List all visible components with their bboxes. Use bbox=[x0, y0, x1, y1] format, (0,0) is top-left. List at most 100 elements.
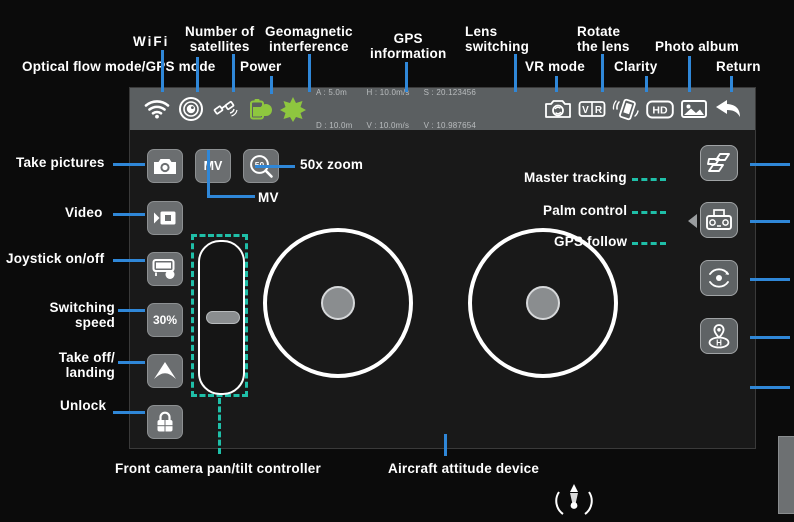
leader-right-3 bbox=[750, 278, 790, 281]
photo-album-icon[interactable] bbox=[677, 92, 711, 126]
label-video: Video bbox=[65, 205, 103, 220]
mv-button[interactable]: MV bbox=[195, 149, 231, 183]
telemetry-readout: A : 5.0m D : 10.0m H : 10.0m/s V : 10.0m… bbox=[310, 65, 482, 153]
leader-gps-information bbox=[405, 62, 408, 92]
label-clarity: Clarity bbox=[614, 59, 658, 74]
label-return: Return bbox=[716, 59, 761, 74]
leader-switching-speed bbox=[118, 309, 145, 312]
joystick-toggle-button[interactable] bbox=[147, 252, 183, 286]
optical-flow-gps-mode-icon[interactable] bbox=[174, 92, 208, 126]
telemetry-col-speed: H : 10.0m/s V : 10.0m/s bbox=[366, 65, 409, 153]
leader-right-1 bbox=[750, 163, 790, 166]
label-vr-mode: VR mode bbox=[525, 59, 585, 74]
leader-video bbox=[113, 213, 145, 216]
drone-app-screen: A : 5.0m D : 10.0m H : 10.0m/s V : 10.0m… bbox=[129, 87, 794, 515]
label-aircraft-attitude-device: Aircraft attitude device bbox=[388, 461, 540, 476]
leader-wifi bbox=[161, 50, 164, 92]
telemetry-latitude: S : 20.123456 bbox=[423, 88, 477, 97]
waypoint-home-button[interactable]: H bbox=[700, 318, 738, 354]
lens-switching-icon[interactable] bbox=[541, 92, 575, 126]
leader-return bbox=[730, 76, 733, 92]
label-number-of-satellites: Number of satellites bbox=[185, 24, 255, 54]
label-switching-speed: Switching speed bbox=[49, 300, 115, 330]
unlock-button[interactable] bbox=[147, 405, 183, 439]
dash-master-tracking bbox=[632, 178, 666, 181]
switching-speed-button[interactable]: 30% bbox=[147, 303, 183, 337]
label-take-pictures: Take pictures bbox=[16, 155, 105, 170]
svg-text:R: R bbox=[595, 105, 603, 116]
label-palm-control: Palm control bbox=[543, 203, 628, 218]
label-geomagnetic-interference: Geomagnetic interference bbox=[265, 24, 353, 54]
clarity-hd-icon[interactable]: HD bbox=[643, 92, 677, 126]
left-joystick-knob[interactable] bbox=[321, 286, 355, 320]
right-joystick-ring[interactable] bbox=[468, 228, 618, 378]
rotate-the-lens-icon[interactable] bbox=[609, 92, 643, 126]
status-toolbar: A : 5.0m D : 10.0m H : 10.0m/s V : 10.0m… bbox=[130, 88, 755, 130]
label-rotate-the-lens: Rotate the lens bbox=[577, 24, 630, 54]
leader-lens-switching bbox=[514, 54, 517, 92]
leader-take-pictures bbox=[113, 163, 145, 166]
telemetry-altitude: A : 5.0m bbox=[316, 88, 347, 97]
telemetry-col-coords: S : 20.123456 V : 10.987654 bbox=[424, 65, 476, 153]
telemetry-distance: D : 10.0m bbox=[316, 121, 353, 130]
leader-right-preview bbox=[750, 386, 790, 389]
left-joystick-ring[interactable] bbox=[263, 228, 413, 378]
label-gps-information: GPS information bbox=[370, 31, 447, 61]
leader-rotate-lens bbox=[601, 54, 604, 92]
right-joystick-knob[interactable] bbox=[526, 286, 560, 320]
label-joystick-on-off: Joystick on/off bbox=[6, 251, 105, 266]
label-master-tracking: Master tracking bbox=[524, 170, 627, 185]
telemetry-col-altitude: A : 5.0m D : 10.0m bbox=[316, 65, 352, 153]
wifi-icon[interactable] bbox=[140, 92, 174, 126]
video-preview-thumbnail[interactable] bbox=[778, 436, 794, 514]
leader-take-off-landing bbox=[118, 361, 145, 364]
label-take-off-landing: Take off/ landing bbox=[58, 350, 115, 380]
dash-palm-control bbox=[632, 211, 666, 214]
svg-text:V: V bbox=[582, 105, 589, 116]
label-unlock: Unlock bbox=[60, 398, 107, 413]
leader-mv-vertical bbox=[207, 150, 210, 195]
pan-tilt-slider-thumb[interactable] bbox=[206, 311, 240, 324]
leader-right-4 bbox=[750, 336, 790, 339]
label-wifi: WiFi bbox=[133, 34, 170, 49]
palm-control-button[interactable] bbox=[700, 202, 738, 238]
return-icon[interactable] bbox=[711, 92, 745, 126]
leader-unlock bbox=[113, 411, 145, 414]
label-photo-album: Photo album bbox=[655, 39, 739, 54]
leader-photo-album bbox=[688, 56, 691, 92]
leader-vr-mode bbox=[555, 76, 558, 92]
aircraft-attitude-device bbox=[551, 476, 597, 522]
front-camera-pan-tilt-controller[interactable] bbox=[191, 234, 248, 397]
geomagnetic-interference-icon[interactable] bbox=[276, 92, 310, 126]
battery-power-icon[interactable] bbox=[242, 92, 276, 126]
svg-text:HD: HD bbox=[652, 104, 668, 116]
gps-follow-button[interactable] bbox=[700, 260, 738, 296]
telemetry-horizontal-speed: H : 10.0m/s bbox=[366, 88, 410, 97]
label-50x-zoom: 50x zoom bbox=[300, 157, 364, 172]
pan-tilt-slider-track[interactable] bbox=[198, 240, 245, 395]
label-power: Power bbox=[240, 59, 282, 74]
telemetry-longitude: V : 10.987654 bbox=[423, 121, 477, 130]
leader-mv-horizontal bbox=[207, 195, 255, 198]
take-pictures-button[interactable] bbox=[147, 149, 183, 183]
leader-aircraft-attitude bbox=[444, 434, 447, 456]
leader-optical-flow bbox=[196, 57, 199, 92]
leader-geomagnetic bbox=[308, 54, 311, 92]
satellite-icon[interactable] bbox=[208, 92, 242, 126]
master-tracking-button[interactable] bbox=[700, 145, 738, 181]
label-optical-flow-gps-mode: Optical flow mode/GPS mode bbox=[22, 59, 216, 74]
take-off-landing-button[interactable] bbox=[147, 354, 183, 388]
leader-satellites bbox=[232, 54, 235, 92]
svg-text:H: H bbox=[716, 339, 722, 348]
dash-gps-follow bbox=[632, 242, 666, 245]
leader-joystick bbox=[113, 259, 145, 262]
leader-50x-zoom bbox=[255, 165, 295, 168]
palm-control-pointer-icon bbox=[688, 214, 697, 228]
video-button[interactable] bbox=[147, 201, 183, 235]
leader-clarity bbox=[645, 76, 648, 92]
label-gps-follow: GPS follow bbox=[554, 234, 628, 249]
label-front-camera-pan-tilt-controller: Front camera pan/tilt controller bbox=[115, 461, 321, 476]
vr-mode-icon[interactable]: V R bbox=[575, 92, 609, 126]
label-mv: MV bbox=[258, 190, 279, 205]
dash-pan-tilt-connector bbox=[218, 398, 221, 454]
